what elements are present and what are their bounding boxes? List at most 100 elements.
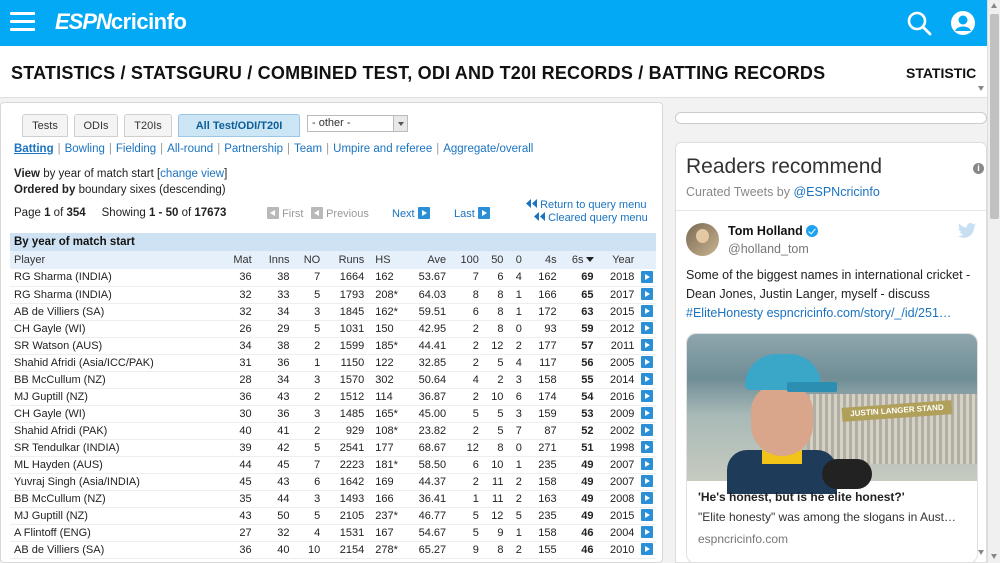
col-6s[interactable]: 6s bbox=[559, 251, 597, 269]
stat-type-nav: Batting | Bowling | Fielding | All-round | Partn… bbox=[14, 143, 534, 155]
subnav-umpire[interactable]: Umpire and referee bbox=[333, 143, 432, 155]
player-name-cell[interactable]: BB McCullum (NZ) bbox=[10, 371, 220, 389]
row-details-arrow-icon[interactable] bbox=[641, 322, 653, 334]
player-name-cell[interactable]: Shahid Afridi (Asia/ICC/PAK) bbox=[10, 354, 220, 372]
title-scroll-down-icon[interactable] bbox=[978, 86, 984, 91]
row-details-arrow-icon[interactable] bbox=[641, 509, 653, 521]
row-details-arrow-icon[interactable] bbox=[641, 305, 653, 317]
tab-all-formats[interactable]: All Test/ODI/T20I bbox=[178, 114, 300, 137]
scroll-down-icon[interactable] bbox=[991, 554, 997, 559]
page-scrollbar[interactable] bbox=[987, 0, 1000, 563]
last-page-button[interactable]: Last bbox=[454, 207, 490, 220]
stat-cell: 2 bbox=[449, 320, 482, 338]
espncricinfo-logo[interactable]: ESPNcricinfo bbox=[55, 9, 187, 35]
stat-cell: 7 bbox=[292, 269, 324, 287]
stat-cell: 1 bbox=[292, 354, 324, 372]
hamburger-icon[interactable] bbox=[10, 12, 35, 32]
subnav-batting[interactable]: Batting bbox=[14, 143, 54, 155]
player-name-cell[interactable]: BB McCullum (NZ) bbox=[10, 490, 220, 508]
row-details-arrow-icon[interactable] bbox=[641, 526, 653, 538]
tab-t20is[interactable]: T20Is bbox=[124, 114, 172, 137]
stat-cell: 122 bbox=[367, 354, 407, 372]
first-page-button[interactable]: First bbox=[267, 207, 303, 220]
player-name-cell[interactable]: AB de Villiers (SA) bbox=[10, 303, 220, 321]
curator-handle-link[interactable]: @ESPNcricinfo bbox=[793, 185, 879, 199]
player-name-cell[interactable]: ML Hayden (AUS) bbox=[10, 456, 220, 474]
col-year[interactable]: Year bbox=[596, 251, 638, 269]
stat-cell: 2002 bbox=[596, 422, 638, 440]
col-inns[interactable]: Inns bbox=[254, 251, 293, 269]
player-name-cell[interactable]: SR Watson (AUS) bbox=[10, 337, 220, 355]
info-icon[interactable]: i bbox=[973, 163, 984, 174]
row-details-arrow-icon[interactable] bbox=[641, 475, 653, 487]
scroll-up-icon[interactable] bbox=[991, 3, 997, 8]
row-details-arrow-icon[interactable] bbox=[641, 356, 653, 368]
hashtag-link[interactable]: #EliteHonesty bbox=[686, 306, 763, 320]
col-50[interactable]: 50 bbox=[481, 251, 507, 269]
table-row: AB de Villiers (SA) 36 40 10 2154 278* 65.27 9 8… bbox=[10, 541, 656, 559]
col-hs[interactable]: HS bbox=[367, 251, 407, 269]
tab-tests[interactable]: Tests bbox=[22, 114, 68, 137]
subnav-team[interactable]: Team bbox=[294, 143, 322, 155]
row-details-arrow-icon[interactable] bbox=[641, 288, 653, 300]
player-name-cell[interactable]: A Flintoff (ENG) bbox=[10, 524, 220, 542]
twitter-bird-icon[interactable] bbox=[958, 223, 976, 238]
subnav-all-round[interactable]: All-round bbox=[167, 143, 213, 155]
player-name-cell[interactable]: AB de Villiers (SA) bbox=[10, 541, 220, 559]
tweet-author-name[interactable]: Tom Holland bbox=[728, 224, 818, 238]
tweet-author-handle[interactable]: @holland_tom bbox=[728, 242, 809, 256]
player-name-cell[interactable]: CH Gayle (WI) bbox=[10, 405, 220, 423]
player-name-cell[interactable]: RG Sharma (INDIA) bbox=[10, 269, 220, 287]
row-details-arrow-icon[interactable] bbox=[641, 458, 653, 470]
verified-icon bbox=[805, 225, 818, 237]
avatar[interactable] bbox=[686, 223, 719, 256]
stat-cell: 32 bbox=[219, 303, 255, 321]
row-details-arrow-icon[interactable] bbox=[641, 373, 653, 385]
cleared-query-link[interactable]: Cleared query menu bbox=[534, 212, 648, 224]
stat-cell: 117 bbox=[524, 354, 560, 372]
row-details-arrow-icon[interactable] bbox=[641, 424, 653, 436]
player-name-cell[interactable]: SR Tendulkar (INDIA) bbox=[10, 439, 220, 457]
player-name-cell[interactable]: MJ Guptill (NZ) bbox=[10, 388, 220, 406]
return-to-query-link[interactable]: Return to query menu bbox=[526, 199, 646, 211]
col-player[interactable]: Player bbox=[10, 251, 220, 269]
search-icon[interactable] bbox=[906, 10, 932, 36]
tweet-link-card[interactable]: JUSTIN LANGER STAND 'He's honest, but is… bbox=[686, 333, 978, 562]
row-details-arrow-icon[interactable] bbox=[641, 270, 653, 283]
player-name-cell[interactable]: Yuvraj Singh (Asia/INDIA) bbox=[10, 473, 220, 491]
scroll-down-icon-bottom[interactable] bbox=[978, 550, 984, 555]
subnav-aggregate[interactable]: Aggregate/overall bbox=[443, 143, 533, 155]
subnav-bowling[interactable]: Bowling bbox=[65, 143, 105, 155]
col-no[interactable]: NO bbox=[292, 251, 324, 269]
tweet-url-link[interactable]: espncricinfo.com/story/_/id/251… bbox=[767, 306, 952, 320]
col-100[interactable]: 100 bbox=[449, 251, 482, 269]
player-name-cell[interactable]: Shahid Afridi (PAK) bbox=[10, 422, 220, 440]
row-details-arrow-icon[interactable] bbox=[641, 339, 653, 351]
row-details-arrow-icon[interactable] bbox=[641, 407, 653, 419]
player-name-cell[interactable]: CH Gayle (WI) bbox=[10, 320, 220, 338]
tab-odis[interactable]: ODIs bbox=[74, 114, 118, 137]
row-details-arrow-icon[interactable] bbox=[641, 441, 653, 453]
col-0[interactable]: 0 bbox=[506, 251, 525, 269]
scrollbar-thumb[interactable] bbox=[990, 14, 999, 219]
next-page-button[interactable]: Next bbox=[392, 207, 430, 220]
stat-cell: 39 bbox=[219, 439, 255, 457]
col-runs[interactable]: Runs bbox=[323, 251, 368, 269]
row-details-arrow-icon[interactable] bbox=[641, 390, 653, 402]
player-name-cell[interactable]: MJ Guptill (NZ) bbox=[10, 507, 220, 525]
player-name-cell[interactable]: RG Sharma (INDIA) bbox=[10, 286, 220, 304]
change-view-link[interactable]: change view bbox=[160, 168, 224, 180]
user-icon[interactable] bbox=[950, 10, 976, 36]
subnav-fielding[interactable]: Fielding bbox=[116, 143, 156, 155]
row-details-arrow-icon[interactable] bbox=[641, 543, 653, 555]
stat-cell: 235 bbox=[524, 456, 560, 474]
col-ave[interactable]: Ave bbox=[406, 251, 450, 269]
previous-page-button[interactable]: Previous bbox=[311, 207, 369, 220]
col-4s[interactable]: 4s bbox=[524, 251, 560, 269]
stat-cell: 1 bbox=[506, 303, 525, 321]
stat-cell: 0 bbox=[506, 439, 525, 457]
other-format-select[interactable]: - other - bbox=[307, 115, 408, 132]
row-details-arrow-icon[interactable] bbox=[641, 492, 653, 504]
subnav-partnership[interactable]: Partnership bbox=[224, 143, 283, 155]
col-mat[interactable]: Mat bbox=[219, 251, 255, 269]
